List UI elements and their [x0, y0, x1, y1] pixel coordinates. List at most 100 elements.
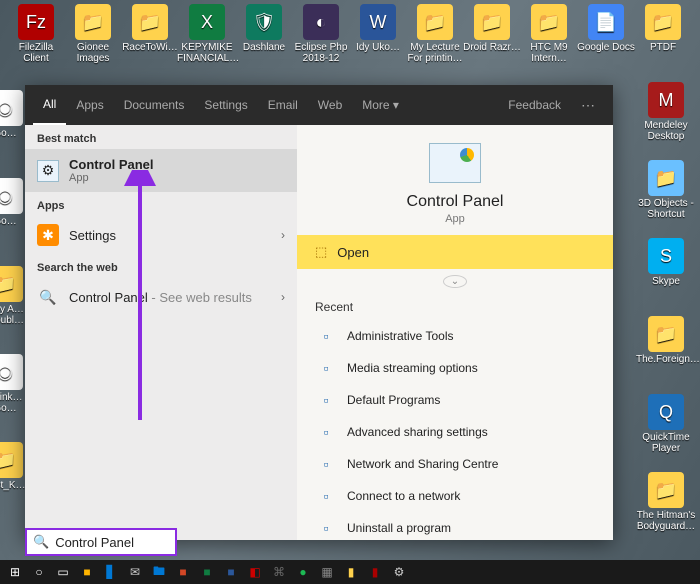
best-match-heading: Best match — [25, 125, 297, 149]
tab-web[interactable]: Web — [308, 85, 352, 125]
desktop-icon-droidrazr[interactable]: 📁Droid Razr… — [462, 4, 522, 53]
recent-item[interactable]: ▫ Uninstall a program — [297, 512, 613, 540]
taskbar-app[interactable]: ■ — [172, 563, 194, 581]
result-title: Control Panel - See web results — [69, 290, 252, 305]
desktop-icon-mendeley[interactable]: MMendeley Desktop — [636, 82, 696, 142]
search-icon: 🔍 — [33, 534, 49, 550]
open-label: Open — [337, 245, 369, 260]
desktop-icon-googledocs[interactable]: 📄Google Docs — [576, 4, 636, 53]
preview-title: Control Panel — [297, 193, 613, 211]
search-tabs: AllAppsDocumentsSettingsEmailWebMore ▾ F… — [25, 85, 613, 125]
taskbar-app[interactable]: ✉ — [124, 563, 146, 581]
recent-item-label: Network and Sharing Centre — [347, 457, 498, 471]
recent-item-icon: ▫ — [315, 485, 337, 507]
tab-more[interactable]: More ▾ — [352, 85, 409, 125]
start-search-panel: AllAppsDocumentsSettingsEmailWebMore ▾ F… — [25, 85, 613, 540]
preview-pane: Control Panel App ⬚ Open ⌄ Recent ▫ Admin… — [297, 125, 613, 540]
taskbar-app[interactable]: ■ — [196, 563, 218, 581]
recent-item-label: Administrative Tools — [347, 329, 454, 343]
recent-item-icon: ▫ — [315, 421, 337, 443]
recent-item[interactable]: ▫ Default Programs — [297, 384, 613, 416]
desktop-icon-chrome2[interactable]: ◉Go… — [0, 178, 28, 227]
result-subtitle: App — [69, 172, 154, 184]
recent-item-icon: ▫ — [315, 453, 337, 475]
tab-all[interactable]: All — [33, 85, 66, 125]
taskbar-app[interactable]: ● — [292, 563, 314, 581]
result-title: Settings — [69, 228, 116, 243]
expand-button[interactable]: ⌄ — [443, 275, 467, 288]
open-button[interactable]: ⬚ Open — [297, 235, 613, 269]
control-panel-icon: ⚙ — [37, 160, 59, 182]
desktop-icon-dashlane[interactable]: 🛡Dashlane — [234, 4, 294, 53]
desktop-icon-idyuko[interactable]: WIdy Uko… — [348, 4, 408, 53]
taskbar-search-icon[interactable]: ○ — [28, 563, 50, 581]
desktop-icon-lastk[interactable]: 📁Last_K… — [0, 442, 28, 491]
start-button[interactable]: ⊞ — [4, 563, 26, 581]
control-panel-icon — [429, 143, 481, 183]
result-web-control-panel[interactable]: 🔍 Control Panel - See web results › — [25, 278, 297, 316]
taskbar-app[interactable]: ■ — [220, 563, 242, 581]
taskbar: ⊞ ○ ▭ ■ ▋ ✉ 🖿 ■ ■ ■ ◧ ⌘ ● ▦ ▮ ▮ ⚙ — [0, 560, 700, 584]
recent-item[interactable]: ▫ Administrative Tools — [297, 320, 613, 352]
desktop-icon-quicktime[interactable]: QQuickTime Player — [636, 394, 696, 454]
recent-item-icon: ▫ — [315, 389, 337, 411]
taskbar-app[interactable]: ⚙ — [388, 563, 410, 581]
desktop-icon-eclipse[interactable]: ◐Eclipse Php 2018-12 — [291, 4, 351, 64]
desktop-icon-racetowi[interactable]: 📁RaceToWi… — [120, 4, 180, 53]
desktop-icon-skype[interactable]: SSkype — [636, 238, 696, 287]
recent-item-label: Connect to a network — [347, 489, 460, 503]
recent-item-label: Advanced sharing settings — [347, 425, 488, 439]
desktop-icon-gionee[interactable]: 📁Gionee Images — [63, 4, 123, 64]
taskbar-app[interactable]: ■ — [76, 563, 98, 581]
settings-icon: ✱ — [37, 224, 59, 246]
more-options-button[interactable]: ⋯ — [571, 97, 605, 114]
tab-apps[interactable]: Apps — [66, 85, 113, 125]
result-control-panel[interactable]: ⚙ Control Panel App — [25, 149, 297, 192]
taskbar-app[interactable]: ▮ — [364, 563, 386, 581]
tab-settings[interactable]: Settings — [194, 85, 257, 125]
chevron-right-icon: › — [281, 290, 285, 304]
desktop-icon-3dobjects[interactable]: 📁3D Objects - Shortcut — [636, 160, 696, 220]
recent-item[interactable]: ▫ Connect to a network — [297, 480, 613, 512]
search-icon: 🔍 — [37, 286, 59, 308]
taskbar-app[interactable]: 🖿 — [148, 563, 170, 581]
taskbar-search-box[interactable]: 🔍 Control Panel — [25, 528, 177, 556]
result-settings[interactable]: ✱ Settings › — [25, 216, 297, 254]
desktop-icon-kepymike[interactable]: XKEPYMIKE FINANCIAL… — [177, 4, 237, 64]
recent-item-label: Uninstall a program — [347, 521, 451, 535]
results-list: Best match ⚙ Control Panel App Apps ✱ Se… — [25, 125, 297, 540]
feedback-link[interactable]: Feedback — [498, 98, 571, 112]
desktop-icon-mylecture[interactable]: 📁My Lecture For printin… — [405, 4, 465, 64]
desktop-icon-foreign[interactable]: 📁The.Foreign… — [636, 316, 696, 365]
preview-subtitle: App — [297, 213, 613, 225]
taskbar-app[interactable]: ▦ — [316, 563, 338, 581]
recent-item[interactable]: ▫ Media streaming options — [297, 352, 613, 384]
desktop-icon-hitman[interactable]: 📁The Hitman's Bodyguard… — [636, 472, 696, 532]
recent-item-icon: ▫ — [315, 517, 337, 539]
recent-item-icon: ▫ — [315, 357, 337, 379]
search-web-heading: Search the web — [25, 254, 297, 278]
recent-item[interactable]: ▫ Network and Sharing Centre — [297, 448, 613, 480]
desktop-icon-chrome3[interactable]: ◉Phink… Go… — [0, 354, 28, 414]
desktop-icon-iggy[interactable]: 📁Iggy A… Troubl… — [0, 266, 28, 326]
desktop-icon-ptdf[interactable]: 📁PTDF — [633, 4, 693, 53]
desktop-icon-chrome1[interactable]: ◉Go… — [0, 90, 28, 139]
search-input-value: Control Panel — [55, 535, 134, 550]
taskbar-app[interactable]: ◧ — [244, 563, 266, 581]
open-icon: ⬚ — [315, 244, 327, 260]
recent-item[interactable]: ▫ Advanced sharing settings — [297, 416, 613, 448]
desktop-icon-filezilla[interactable]: FzFileZilla Client — [6, 4, 66, 64]
recent-item-icon: ▫ — [315, 325, 337, 347]
taskbar-app[interactable]: ▋ — [100, 563, 122, 581]
taskbar-app[interactable]: ▮ — [340, 563, 362, 581]
tab-documents[interactable]: Documents — [114, 85, 195, 125]
recent-item-label: Media streaming options — [347, 361, 478, 375]
recent-heading: Recent — [297, 294, 613, 320]
desktop-icon-htcm9[interactable]: 📁HTC M9 Intern… — [519, 4, 579, 64]
tab-email[interactable]: Email — [258, 85, 308, 125]
task-view-button[interactable]: ▭ — [52, 563, 74, 581]
taskbar-app[interactable]: ⌘ — [268, 563, 290, 581]
apps-heading: Apps — [25, 192, 297, 216]
recent-item-label: Default Programs — [347, 393, 440, 407]
chevron-right-icon: › — [281, 228, 285, 242]
